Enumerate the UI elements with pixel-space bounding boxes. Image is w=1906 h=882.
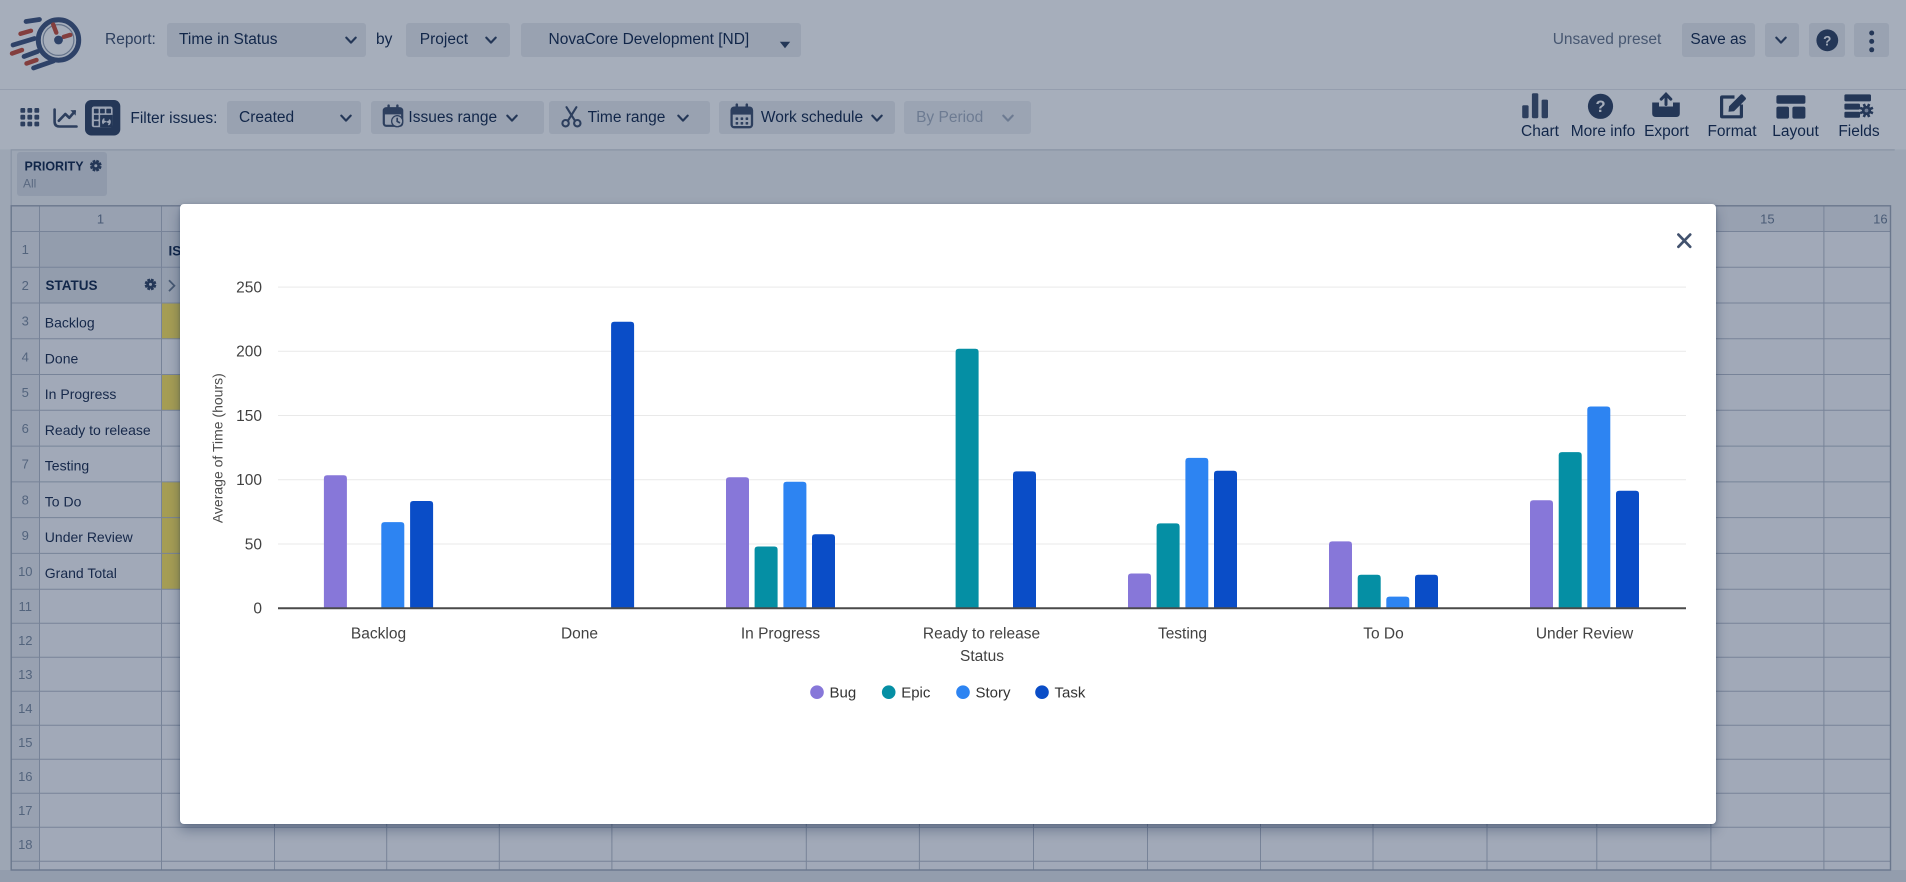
svg-text:0: 0 <box>253 601 262 618</box>
svg-text:In Progress: In Progress <box>741 626 821 643</box>
svg-text:150: 150 <box>236 408 262 425</box>
svg-text:Backlog: Backlog <box>351 626 406 643</box>
svg-text:250: 250 <box>236 280 262 297</box>
svg-text:Task: Task <box>1055 685 1086 702</box>
svg-text:Done: Done <box>561 626 598 643</box>
svg-text:100: 100 <box>236 472 262 489</box>
svg-text:Epic: Epic <box>901 685 931 702</box>
svg-text:Under Review: Under Review <box>1536 626 1634 643</box>
svg-text:Ready to release: Ready to release <box>923 626 1040 643</box>
svg-text:Bug: Bug <box>830 685 857 702</box>
svg-text:Status: Status <box>960 648 1004 665</box>
svg-text:50: 50 <box>245 537 263 554</box>
svg-text:200: 200 <box>236 344 262 361</box>
svg-text:Average of Time (hours): Average of Time (hours) <box>210 374 226 524</box>
svg-text:Testing: Testing <box>1158 626 1207 643</box>
svg-text:Story: Story <box>976 685 1012 702</box>
svg-text:To Do: To Do <box>1363 626 1404 643</box>
